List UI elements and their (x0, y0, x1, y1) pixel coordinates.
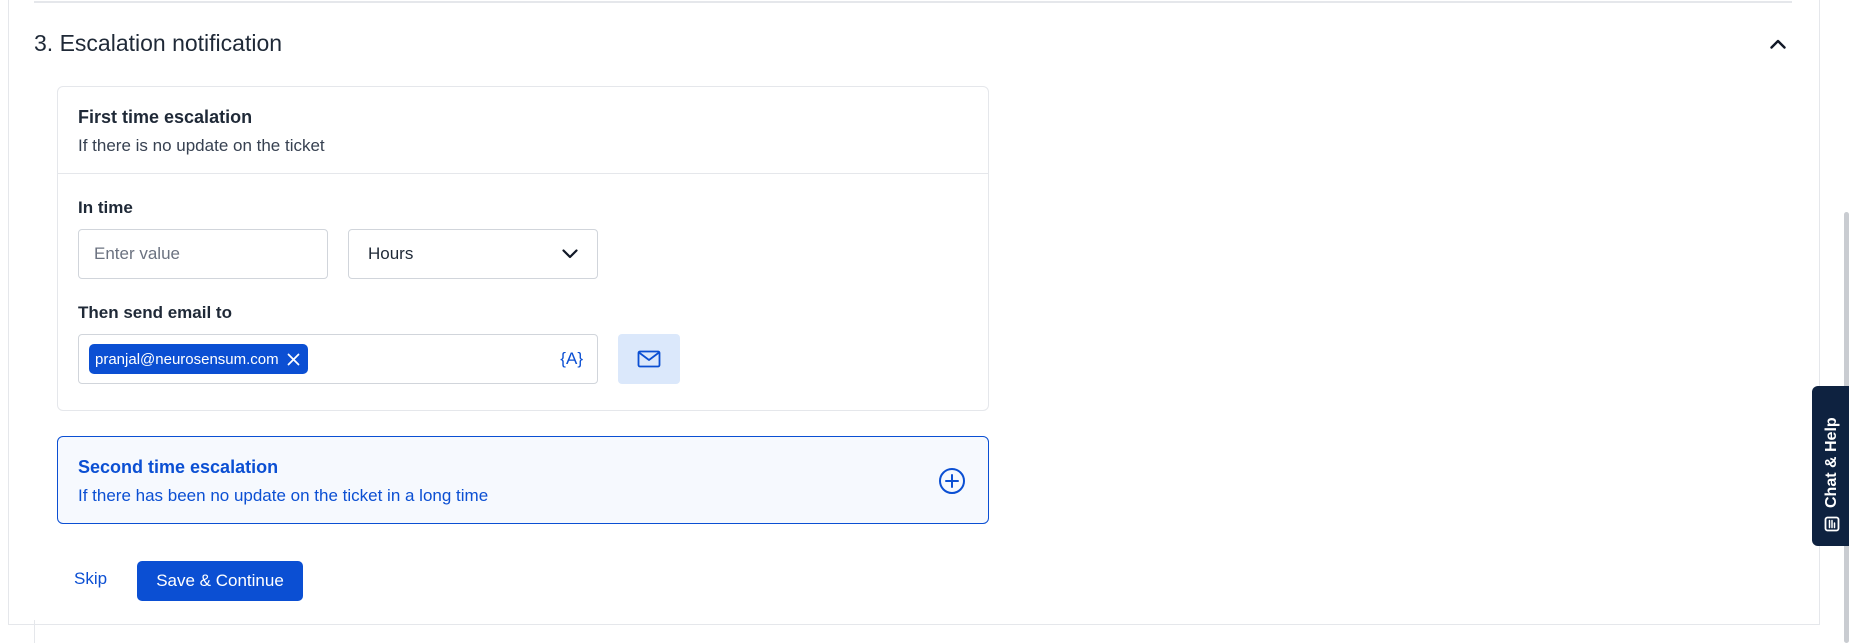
time-value-input[interactable] (78, 229, 328, 279)
second-escalation-subtitle: If there has been no update on the ticke… (78, 486, 489, 505)
time-unit-value: Hours (368, 244, 414, 263)
remove-email-button[interactable] (287, 353, 300, 366)
send-email-label: Then send email to (78, 303, 232, 322)
email-chip-label: pranjal@neurosensum.com (95, 350, 279, 368)
close-icon (287, 353, 300, 365)
collapse-section-button[interactable] (1766, 32, 1790, 56)
email-chip: pranjal@neurosensum.com (89, 344, 308, 374)
outer-card-bottom-border (8, 624, 1819, 625)
first-escalation-card: First time escalation If there is no upd… (57, 86, 989, 411)
second-escalation-title: Second time escalation (78, 457, 279, 477)
first-escalation-subtitle: If there is no update on the ticket (78, 136, 325, 155)
chat-icon (1824, 516, 1840, 532)
first-escalation-header: First time escalation If there is no upd… (58, 87, 988, 174)
chat-help-tab[interactable]: Chat & Help (1812, 386, 1849, 546)
first-escalation-title: First time escalation (78, 107, 253, 127)
chevron-up-icon (1770, 39, 1786, 49)
time-unit-select[interactable]: Hours (348, 229, 598, 279)
outer-card-left-border (8, 0, 9, 625)
plus-circle-icon[interactable] (938, 467, 966, 495)
email-template-button[interactable] (618, 334, 680, 384)
mail-icon (637, 350, 661, 368)
section-top-divider (34, 1, 1792, 3)
section-title: 3. Escalation notification (34, 30, 283, 56)
email-recipients-field[interactable]: pranjal@neurosensum.com {A} (78, 334, 598, 384)
page: 3. Escalation notification First time es… (0, 0, 1849, 643)
chat-help-content: Chat & Help (1812, 386, 1849, 546)
page-left-divider (34, 620, 35, 643)
insert-variable-button[interactable]: {A} (560, 349, 583, 369)
chevron-down-icon (562, 249, 578, 259)
in-time-label: In time (78, 198, 133, 217)
save-continue-button[interactable]: Save & Continue (137, 561, 303, 601)
skip-button[interactable]: Skip (74, 569, 107, 589)
second-escalation-card[interactable]: Second time escalation If there has been… (57, 436, 989, 524)
chat-help-label: Chat & Help (1823, 417, 1840, 508)
